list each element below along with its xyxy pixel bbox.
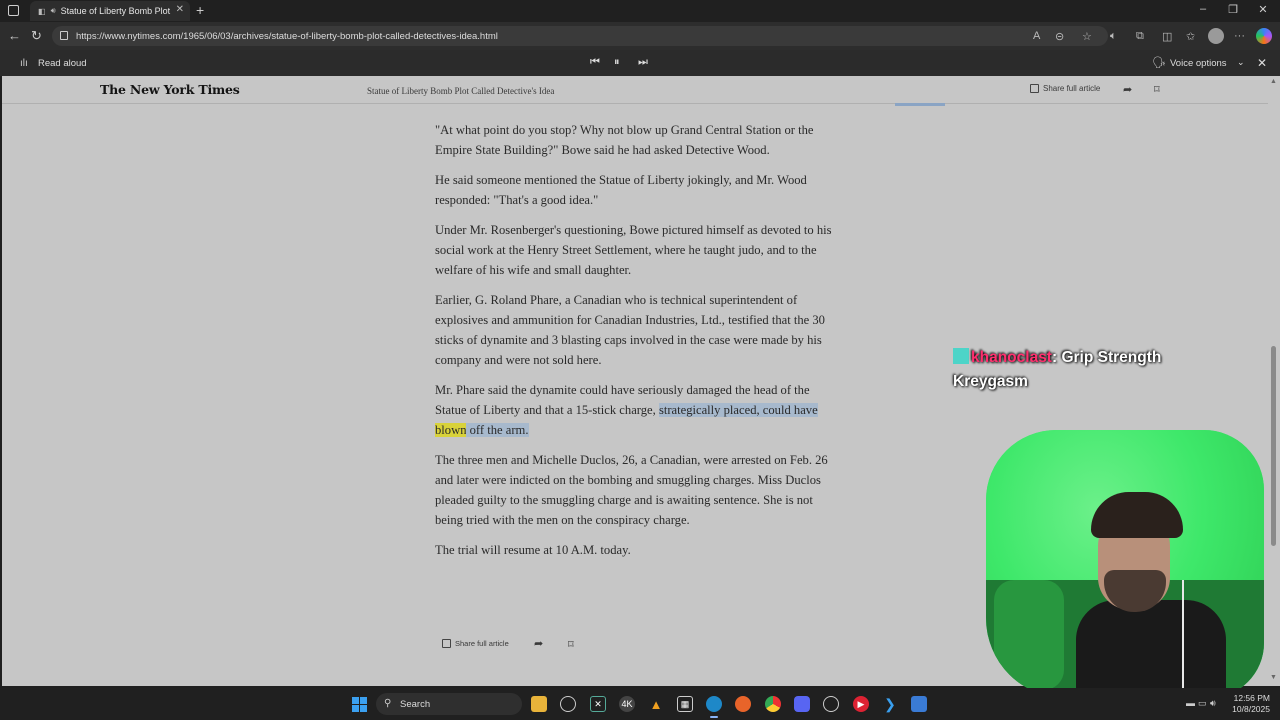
tray-app-icon[interactable]: ▬ [1186, 698, 1195, 708]
tab-favicon-icon: ◧ [38, 6, 46, 16]
minimize-button[interactable]: – [1193, 3, 1213, 15]
clock-date: 10/8/2025 [1232, 704, 1270, 714]
copilot-icon[interactable] [1256, 28, 1272, 44]
article-paragraph: The trial will resume at 10 A.M. today. [435, 543, 631, 557]
tab-close-icon[interactable]: ✕ [176, 4, 184, 15]
taskbar: ⚲ Search ✕ 4K ▲ ▦ ▶ ❯ ▬ ▭ 🔊︎ 12:56 PM 10… [0, 688, 1280, 720]
article-body: "At what point do you stop? Why not blow… [435, 120, 841, 570]
progress-indicator [895, 103, 945, 106]
reader-view-icon[interactable]: ⊝ [1055, 30, 1064, 43]
footer-share-label: Share full article [455, 639, 509, 648]
extensions-icon[interactable]: ⧉ [1136, 30, 1144, 43]
restore-button[interactable]: ❐ [1223, 3, 1243, 16]
windows-start-icon[interactable] [352, 697, 367, 712]
nyt-logo[interactable]: The New York Times [100, 82, 240, 97]
app-circle-icon[interactable] [560, 696, 576, 712]
webcam-person-body [1076, 600, 1226, 698]
address-bar[interactable]: https://www.nytimes.com/1965/06/03/archi… [52, 26, 1108, 46]
footer-bookmark-icon[interactable]: ⌑ [568, 638, 574, 651]
article-paragraph: He said someone mentioned the Statue of … [435, 173, 807, 207]
read-aloud-label: Read aloud [38, 58, 87, 69]
header-article-title: Statue of Liberty Bomb Plot Called Detec… [367, 86, 555, 96]
clock-time: 12:56 PM [1233, 693, 1270, 703]
highlighted-sentence-end: off the arm. [466, 423, 529, 437]
voice-options-button[interactable]: Voice options [1170, 58, 1227, 69]
voice-options-icon[interactable]: 🗣︎ [1152, 56, 1166, 69]
chrome-icon[interactable] [765, 696, 781, 712]
tab-title: Statue of Liberty Bomb Plot [60, 6, 171, 16]
volume-icon[interactable]: 🔊︎ [1210, 698, 1216, 709]
app-4k-icon[interactable]: 4K [619, 696, 635, 712]
chat-username: khanoclast [971, 349, 1052, 366]
vlc-icon[interactable]: ▲ [648, 696, 664, 712]
highlighted-word: blown [435, 423, 467, 437]
read-aloud-bar: ılı Read aloud ⏮︎ ⏸︎ ⏭︎ 🗣︎ Voice options… [0, 50, 1280, 76]
highlighted-sentence: strategically placed, could have [658, 403, 818, 417]
more-menu-icon[interactable]: ··· [1234, 30, 1245, 42]
app-box-icon[interactable]: ✕ [590, 696, 606, 712]
scrollbar[interactable]: ▲ ▼ [1268, 76, 1280, 686]
article-paragraph: "At what point do you stop? Why not blow… [435, 123, 814, 157]
app-grid-icon[interactable]: ▦ [677, 696, 693, 712]
earphone-cable [1182, 580, 1184, 698]
share-icon[interactable]: ➦ [1123, 83, 1132, 96]
system-clock[interactable]: 12:56 PM 10/8/2025 [1224, 693, 1270, 715]
firefox-icon[interactable] [735, 696, 751, 712]
nyt-header: The New York Times Statue of Liberty Bom… [2, 76, 1268, 104]
tab-active[interactable]: ◧ 🔊︎ Statue of Liberty Bomb Plot ✕ [30, 1, 190, 21]
address-toolbar: ← ↻ https://www.nytimes.com/1965/06/03/a… [0, 22, 1280, 50]
tab-bar: ◧ 🔊︎ Statue of Liberty Bomb Plot ✕ + – ❐… [0, 0, 1280, 22]
next-paragraph-icon[interactable]: ⏭︎ [638, 56, 648, 69]
pause-icon[interactable]: ⏸︎ [614, 56, 620, 69]
file-explorer-icon[interactable] [531, 696, 547, 712]
share-label: Share full article [1043, 84, 1101, 93]
footer-share-icon[interactable]: ➦ [534, 637, 543, 650]
chat-message: khanoclast: Grip Strength Kreygasm [953, 346, 1213, 394]
back-button[interactable]: ← [8, 28, 21, 43]
network-icon[interactable]: ▭ [1198, 698, 1207, 709]
tab-actions-icon[interactable] [8, 5, 19, 16]
read-aloud-icon[interactable]: A [1033, 30, 1040, 42]
window-close-button[interactable]: ✕ [1253, 3, 1273, 16]
edge-icon[interactable] [706, 696, 722, 718]
chat-badge-icon [953, 348, 969, 364]
chevron-down-icon[interactable]: ⌄ [1237, 57, 1245, 68]
url-text: https://www.nytimes.com/1965/06/03/archi… [76, 30, 498, 42]
gift-icon [442, 639, 451, 648]
new-tab-button[interactable]: + [196, 2, 204, 18]
read-aloud-close-icon[interactable]: ✕ [1257, 56, 1267, 70]
article-paragraph: The three men and Michelle Duclos, 26, a… [435, 453, 828, 527]
taskbar-search[interactable]: ⚲ Search [376, 693, 522, 715]
previous-paragraph-icon[interactable]: ⏮︎ [590, 56, 600, 69]
obs-icon[interactable] [823, 696, 839, 712]
scrollbar-thumb[interactable] [1271, 346, 1276, 546]
article-paragraph: Earlier, G. Roland Phare, a Canadian who… [435, 293, 825, 367]
app-document-icon[interactable] [911, 696, 927, 712]
favorite-star-icon[interactable]: ☆ [1082, 30, 1092, 43]
read-aloud-bars-icon: ılı [20, 58, 28, 69]
article-paragraph-reading: Mr. Phare said the dynamite could have s… [435, 380, 841, 440]
search-icon: ⚲ [384, 698, 392, 709]
media-player-icon[interactable]: ▶ [853, 696, 869, 712]
split-screen-icon[interactable]: ◫ [1162, 30, 1172, 43]
scroll-up-icon[interactable]: ▲ [1270, 78, 1277, 85]
lock-icon[interactable] [60, 31, 68, 40]
favorites-icon[interactable]: ✩ [1186, 30, 1195, 43]
share-article-button[interactable]: Share full article [1030, 84, 1100, 93]
audio-icon[interactable]: 🔈︎ [1110, 30, 1117, 43]
article-paragraph: Under Mr. Rosenberger's questioning, Bow… [435, 223, 832, 277]
profile-avatar[interactable] [1208, 28, 1224, 44]
discord-icon[interactable] [794, 696, 810, 712]
webcam-overlay [986, 430, 1264, 698]
refresh-button[interactable]: ↻ [31, 28, 42, 44]
search-placeholder: Search [400, 698, 431, 710]
footer-share-button[interactable]: Share full article [442, 639, 509, 648]
scroll-down-icon[interactable]: ▼ [1270, 674, 1277, 681]
webcam-chair-arm [994, 580, 1064, 690]
tab-speaker-icon[interactable]: 🔊︎ [51, 6, 56, 16]
gift-icon [1030, 84, 1039, 93]
vscode-icon[interactable]: ❯ [882, 696, 898, 712]
bookmark-icon[interactable]: ⌑ [1154, 83, 1160, 96]
